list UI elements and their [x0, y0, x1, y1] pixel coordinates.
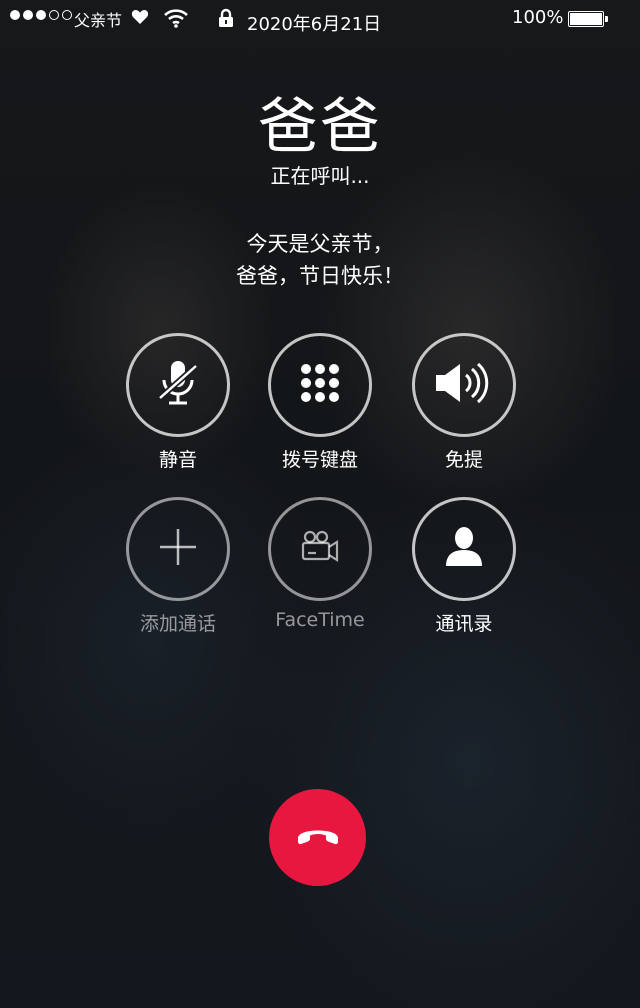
greeting-line-2: 爸爸，节日快乐！ [236, 264, 404, 288]
battery-icon [568, 11, 608, 27]
wifi-icon [164, 8, 188, 33]
battery-percentage: 100% [512, 7, 564, 28]
contacts-label: 通讯录 [435, 613, 493, 635]
add-call-ring[interactable] [126, 497, 230, 601]
mute-label: 静音 [158, 449, 197, 471]
signal-dots-icon [10, 10, 72, 20]
facetime-label: FaceTime [275, 609, 365, 631]
microphone-muted-icon [156, 358, 200, 412]
facetime-ring[interactable] [268, 497, 372, 601]
keypad-button[interactable]: 拨号键盘 [268, 333, 372, 472]
caller-name: 爸爸 [258, 92, 382, 162]
end-call-button[interactable] [269, 789, 366, 886]
lock-icon [218, 8, 234, 33]
contacts-button[interactable]: 通讯录 [412, 497, 516, 636]
contacts-icon [444, 526, 484, 572]
plus-icon [158, 527, 198, 571]
facetime-button[interactable]: FaceTime [268, 497, 372, 631]
video-camera-icon [300, 529, 340, 569]
add-call-label: 添加通话 [139, 613, 216, 635]
speaker-ring[interactable] [412, 333, 516, 437]
status-date: 2020年6月21日 [247, 14, 382, 35]
speaker-label: 免提 [444, 449, 483, 471]
hang-up-phone-icon [295, 824, 341, 852]
keypad-label: 拨号键盘 [281, 449, 358, 471]
heart-icon [131, 9, 149, 30]
greeting-line-1: 今天是父亲节， [246, 232, 394, 256]
keypad-icon [299, 362, 341, 408]
add-call-button[interactable]: 添加通话 [126, 497, 230, 636]
greeting-message: 今天是父亲节， 爸爸，节日快乐！ [0, 228, 640, 292]
call-status: 正在呼叫... [270, 164, 370, 188]
keypad-ring[interactable] [268, 333, 372, 437]
status-bar: 父亲节 2020年6月21日 100% [0, 0, 640, 40]
mute-button[interactable]: 静音 [126, 333, 230, 472]
speaker-icon [434, 361, 494, 409]
mute-ring[interactable] [126, 333, 230, 437]
contacts-ring[interactable] [412, 497, 516, 601]
speaker-button[interactable]: 免提 [412, 333, 516, 472]
carrier-name: 父亲节 [74, 11, 123, 30]
